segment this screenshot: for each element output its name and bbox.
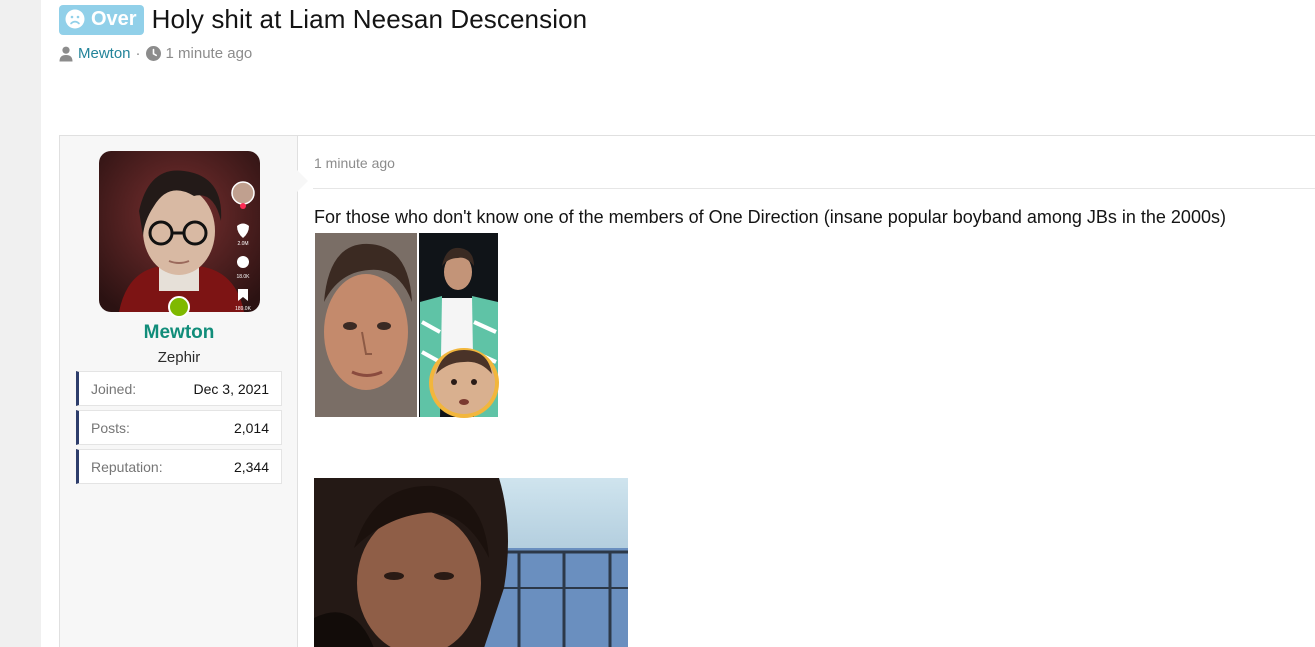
sad-face-icon: [65, 9, 85, 29]
stat-joined: Joined: Dec 3, 2021: [76, 371, 282, 406]
stat-label: Posts:: [91, 419, 130, 436]
user-icon: [59, 46, 73, 61]
post-body-text: For those who don't know one of the memb…: [314, 207, 1226, 227]
page-title: Holy shit at Liam Neesan Descension: [151, 4, 588, 34]
svg-text:2.0M: 2.0M: [237, 241, 248, 247]
post-header-divider: [313, 188, 1315, 189]
avatar[interactable]: 2.0M 18.0K 189.0K: [99, 151, 260, 312]
stat-label: Joined:: [91, 380, 137, 397]
thread-author-link[interactable]: Mewton: [78, 45, 131, 62]
username-link[interactable]: Mewton: [60, 322, 298, 344]
svg-text:18.0K: 18.0K: [236, 274, 250, 280]
post-main-cell: 1 minute ago For those who don't know on…: [313, 136, 1315, 647]
stat-reputation: Reputation: 2,344: [76, 449, 282, 484]
post-user-cell: 2.0M 18.0K 189.0K Mewton Zephir Joined: …: [60, 136, 298, 647]
thread-prefix-label[interactable]: Over: [59, 4, 144, 35]
post-image-gif[interactable]: [314, 478, 628, 647]
message-arrow: [297, 170, 308, 192]
post-image-collage[interactable]: [314, 232, 499, 418]
stat-value: Dec 3, 2021: [193, 380, 270, 397]
thread-time-link[interactable]: 1 minute ago: [166, 45, 253, 62]
prefix-label-text: Over: [91, 7, 137, 30]
thread-title-row: Over Holy shit at Liam Neesan Descension: [59, 4, 587, 35]
user-title: Zephir: [157, 349, 201, 366]
meta-separator: ·: [135, 45, 141, 62]
avatar-image: 2.0M 18.0K 189.0K: [99, 151, 260, 312]
stat-posts: Posts: 2,014: [76, 410, 282, 445]
svg-text:189.0K: 189.0K: [235, 306, 252, 312]
stat-value: 2,344: [233, 458, 269, 475]
left-gutter: [0, 0, 41, 647]
stat-label: Reputation:: [91, 458, 163, 475]
online-indicator: [168, 296, 190, 318]
post: 2.0M 18.0K 189.0K Mewton Zephir Joined: …: [59, 135, 1315, 647]
stat-value[interactable]: 2,014: [234, 420, 269, 436]
post-time-link[interactable]: 1 minute ago: [314, 155, 395, 171]
clock-icon: [145, 46, 161, 61]
thread-meta: Mewton · 1 minute ago: [59, 45, 252, 62]
